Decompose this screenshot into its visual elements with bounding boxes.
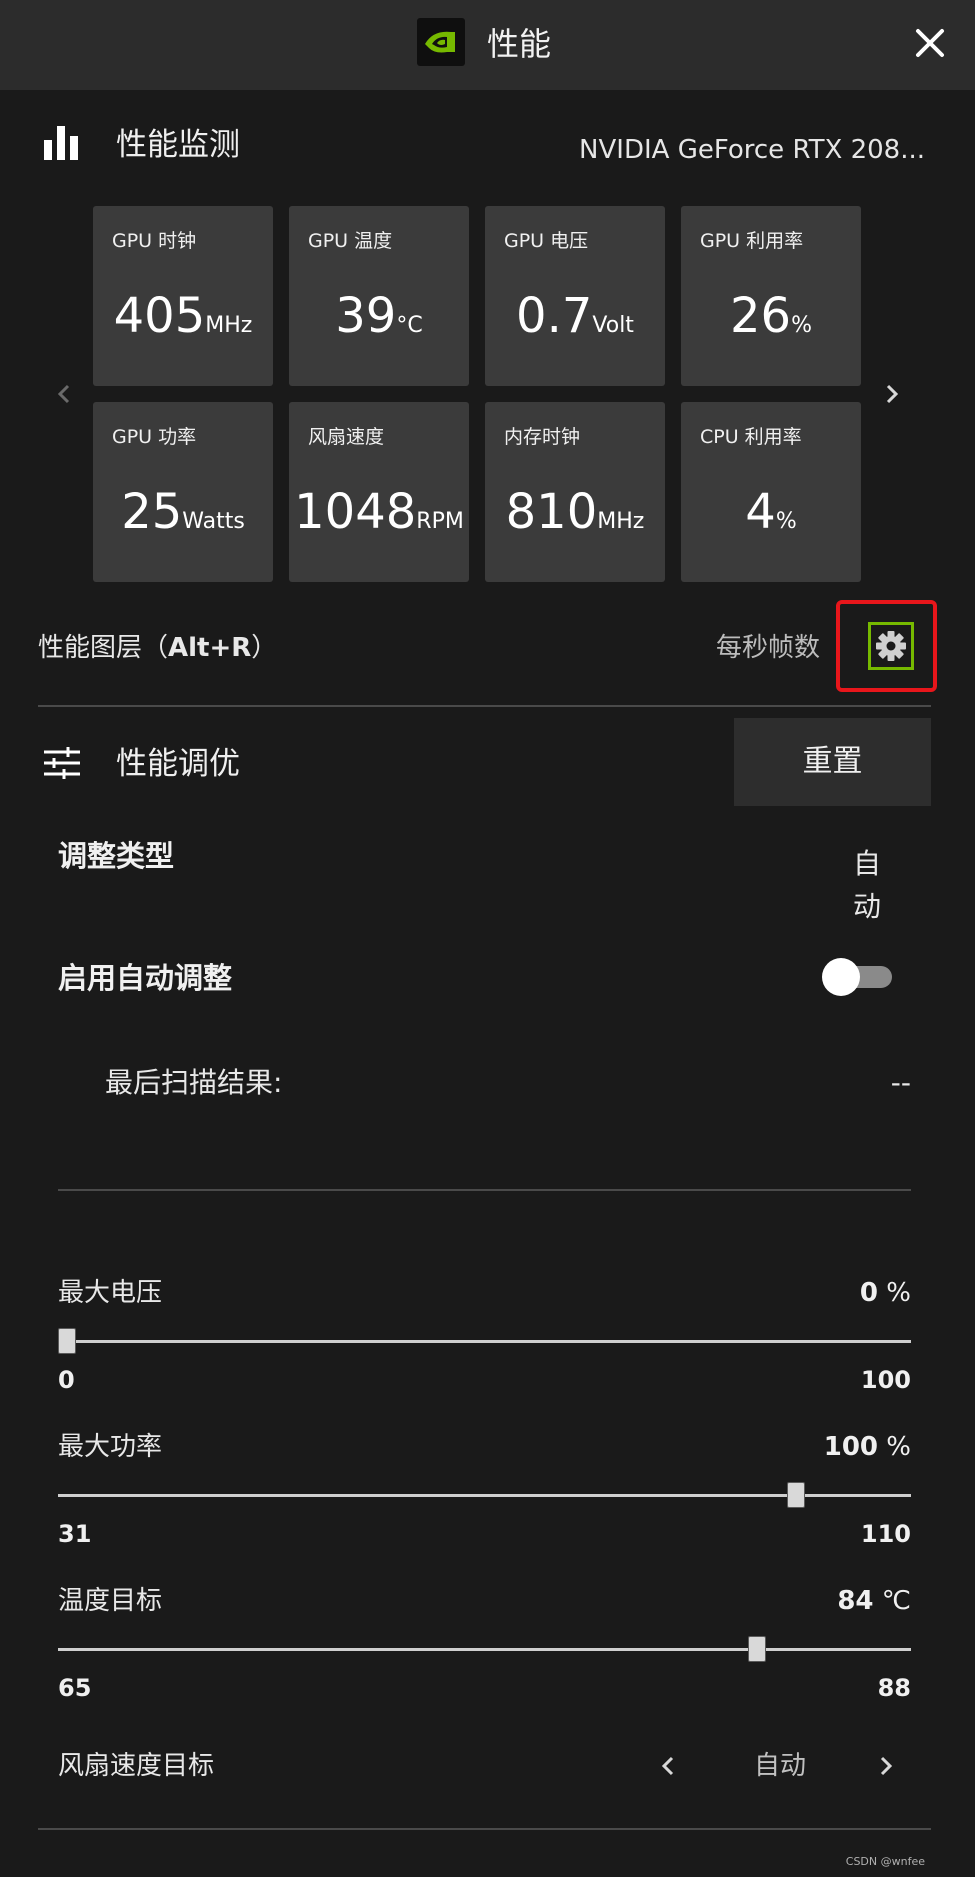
auto-tune-toggle[interactable] <box>822 958 892 996</box>
nvidia-logo-icon <box>417 18 465 66</box>
max-voltage-thumb[interactable] <box>58 1328 76 1354</box>
max-power-label: 最大功率 <box>58 1432 163 1462</box>
window-title: 性能 <box>487 25 552 63</box>
metric-tile: GPU 电压 0.7Volt <box>485 206 665 386</box>
tile-label: 内存时钟 <box>504 426 581 448</box>
performance-overlay-label: 性能图层（Alt+R） <box>38 633 278 663</box>
metric-tile: GPU 利用率 26% <box>681 206 861 386</box>
reset-button[interactable]: 重置 <box>734 718 931 806</box>
tile-value: 1048RPM <box>294 484 464 540</box>
last-scan-value: -- <box>890 1066 911 1099</box>
metric-tile: GPU 时钟 405MHz <box>93 206 273 386</box>
metric-tile: GPU 功率 25Watts <box>93 402 273 582</box>
fan-target-value: 自动 <box>753 1751 806 1781</box>
watermark: CSDN @wnfee <box>845 1855 925 1868</box>
tile-label: 风扇速度 <box>308 426 385 448</box>
max-power-thumb[interactable] <box>786 1482 805 1508</box>
temp-target-track[interactable] <box>58 1648 911 1651</box>
adjust-type-value[interactable]: 自动 <box>846 842 888 928</box>
max-power-min: 31 <box>58 1520 92 1548</box>
metric-tile: GPU 温度 39°C <box>289 206 469 386</box>
max-power-track[interactable] <box>58 1494 911 1497</box>
auto-tune-label: 启用自动调整 <box>58 961 233 995</box>
tile-label: CPU 利用率 <box>700 426 802 448</box>
bar-chart-icon <box>44 126 80 164</box>
sliders-icon <box>44 747 80 783</box>
metric-tile: 风扇速度 1048RPM <box>289 402 469 582</box>
fan-next-chevron-icon[interactable] <box>878 1754 894 1782</box>
close-icon[interactable] <box>912 25 948 61</box>
temp-target-max: 88 <box>877 1674 911 1702</box>
monitor-section-title: 性能监测 <box>116 127 240 163</box>
tile-label: GPU 功率 <box>112 426 197 448</box>
tile-value: 26% <box>730 288 812 344</box>
max-voltage-label: 最大电压 <box>58 1278 163 1308</box>
temp-target-label: 温度目标 <box>58 1586 163 1616</box>
max-voltage-track[interactable] <box>58 1340 911 1343</box>
fan-target-label: 风扇速度目标 <box>58 1751 215 1781</box>
max-power-max: 110 <box>860 1520 911 1548</box>
temp-target-thumb[interactable] <box>747 1636 766 1662</box>
last-scan-label: 最后扫描结果: <box>105 1066 283 1099</box>
tile-label: GPU 温度 <box>308 230 393 252</box>
tuning-section-title: 性能调优 <box>116 746 240 782</box>
tile-label: GPU 时钟 <box>112 230 197 252</box>
tile-value: 0.7Volt <box>516 288 634 344</box>
tile-label: GPU 电压 <box>504 230 589 252</box>
divider <box>38 1828 931 1830</box>
overlay-settings-button[interactable] <box>868 622 914 670</box>
max-voltage-max: 100 <box>860 1366 911 1394</box>
chevron-left-icon[interactable] <box>56 382 72 410</box>
tile-value: 405MHz <box>113 288 253 344</box>
gear-icon <box>876 631 906 661</box>
chevron-right-icon[interactable] <box>884 382 900 410</box>
tile-value: 4% <box>745 484 797 540</box>
tile-value: 39°C <box>335 288 423 344</box>
title-bar: 性能 <box>0 0 975 90</box>
max-voltage-value: 0 % <box>859 1278 911 1308</box>
fps-label: 每秒帧数 <box>716 633 821 663</box>
adjust-type-label: 调整类型 <box>58 839 175 873</box>
metric-tile: CPU 利用率 4% <box>681 402 861 582</box>
tile-value: 810MHz <box>505 484 645 540</box>
gpu-name[interactable]: NVIDIA GeForce RTX 208... <box>579 132 925 168</box>
temp-target-min: 65 <box>58 1674 92 1702</box>
divider <box>38 705 931 707</box>
temp-target-value: 84 ℃ <box>837 1586 911 1616</box>
divider <box>58 1189 911 1191</box>
fan-prev-chevron-icon[interactable] <box>660 1754 676 1782</box>
metric-tile: 内存时钟 810MHz <box>485 402 665 582</box>
toggle-knob <box>822 958 860 996</box>
max-power-value: 100 % <box>823 1432 911 1462</box>
tile-value: 25Watts <box>121 484 245 540</box>
max-voltage-min: 0 <box>58 1366 75 1394</box>
tile-label: GPU 利用率 <box>700 230 804 252</box>
